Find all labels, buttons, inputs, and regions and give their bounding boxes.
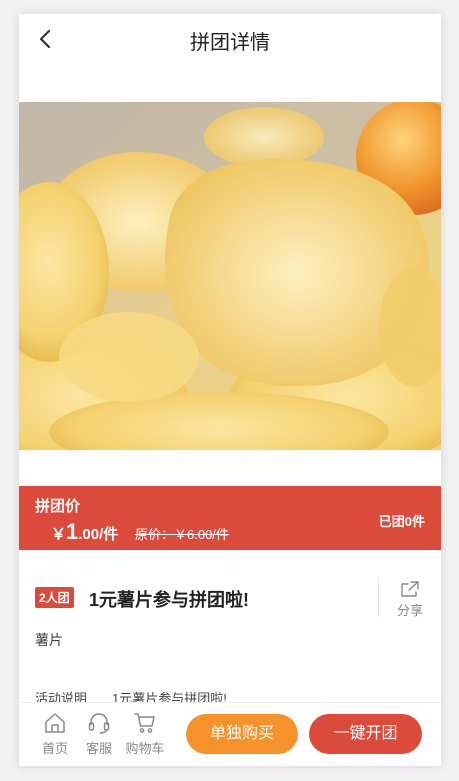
currency-symbol: ￥	[51, 526, 67, 543]
bottom-action-bar: 首页 客服 购物车 单独购买 一键开团	[19, 702, 441, 766]
buy-single-button[interactable]: 单独购买	[186, 714, 298, 754]
joined-count: 已团0件	[378, 514, 425, 529]
product-image	[19, 102, 441, 450]
top-navigation-bar: 拼团详情	[19, 14, 441, 66]
share-icon	[401, 581, 419, 597]
nav-home[interactable]: 首页	[33, 711, 77, 757]
nav-service[interactable]: 客服	[77, 711, 121, 757]
nav-home-label: 首页	[41, 741, 68, 756]
product-title-row: 2人团 1元薯片参与拼团啦! 分享	[19, 576, 441, 620]
home-icon	[45, 713, 65, 733]
share-label: 分享	[396, 603, 423, 618]
share-button[interactable]: 分享	[378, 577, 441, 618]
cart-icon	[134, 713, 155, 733]
original-price: 原价：￥6.00/件	[135, 527, 229, 542]
group-price: ￥1.00/件	[51, 519, 118, 545]
page-title: 拼团详情	[190, 32, 270, 54]
group-size-badge: 2人团	[35, 587, 74, 608]
nav-service-label: 客服	[85, 741, 112, 756]
phone-screen: 拼团详情 拼团价 ￥1.00/件 原价：￥6.00/件 已团0件 2人团 1元薯…	[19, 14, 441, 766]
product-subtitle: 薯片	[35, 632, 63, 648]
nav-cart-label: 购物车	[125, 741, 165, 756]
start-group-button[interactable]: 一键开团	[309, 714, 422, 754]
product-title: 1元薯片参与拼团啦!	[89, 590, 250, 610]
headset-icon	[88, 713, 110, 734]
price-decimal-unit: .00/件	[78, 526, 119, 543]
group-price-label: 拼团价	[35, 498, 81, 515]
group-price-bar: 拼团价 ￥1.00/件 原价：￥6.00/件 已团0件	[19, 486, 441, 550]
nav-cart[interactable]: 购物车	[123, 711, 167, 757]
price-integer: 1	[66, 519, 79, 544]
